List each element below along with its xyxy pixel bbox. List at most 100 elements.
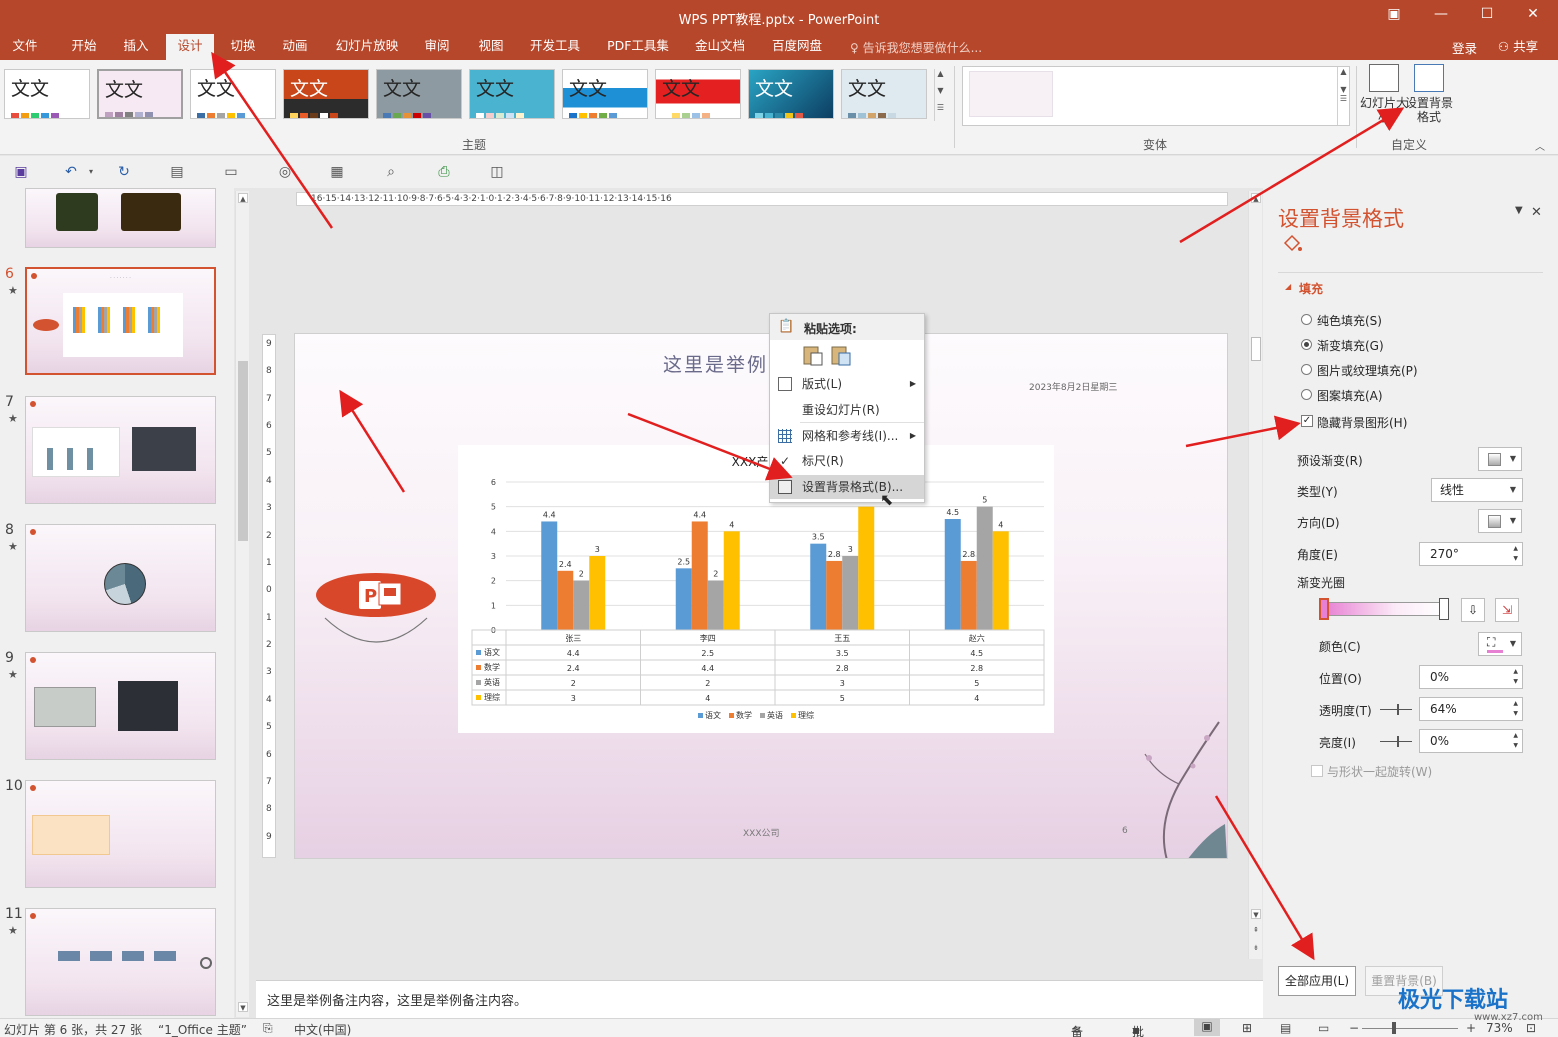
preset-gradient-dropdown[interactable]: ▼ bbox=[1478, 447, 1522, 471]
previous-slide-icon[interactable]: ⇞ bbox=[1251, 925, 1261, 935]
slide-thumbnail-5[interactable] bbox=[25, 188, 216, 248]
direction-dropdown[interactable]: ▼ bbox=[1478, 509, 1522, 533]
tab-review[interactable]: 审阅 bbox=[416, 34, 458, 60]
picture-fill-label[interactable]: 图片或纹理填充(P) bbox=[1317, 362, 1418, 379]
save-icon[interactable]: ▣ bbox=[12, 164, 30, 180]
picture-fill-radio[interactable] bbox=[1301, 364, 1312, 375]
presenter-icon[interactable]: ◎ bbox=[276, 164, 294, 180]
transparency-slider[interactable] bbox=[1380, 704, 1412, 715]
maximize-icon[interactable]: ☐ bbox=[1477, 6, 1497, 26]
solid-fill-radio[interactable] bbox=[1301, 314, 1312, 325]
fit-to-window-icon[interactable]: ⊡ bbox=[1526, 1021, 1536, 1035]
document-icon[interactable]: ◫ bbox=[488, 164, 506, 180]
slide-thumbnail-10[interactable] bbox=[25, 780, 216, 888]
tell-me-box[interactable]: ♀ 告诉我您想要做什么... bbox=[850, 39, 982, 56]
preview-icon[interactable]: ⌕ bbox=[382, 164, 400, 180]
scroll-down-icon[interactable]: ▼ bbox=[1251, 909, 1261, 919]
close-icon[interactable]: ✕ bbox=[1523, 6, 1543, 26]
theme-thumbnail-5[interactable]: 文文 bbox=[376, 69, 462, 119]
spin-up-icon[interactable]: ▲ bbox=[1513, 700, 1518, 708]
slide-title[interactable]: 这里是举例 bbox=[663, 350, 768, 377]
scrollbar-thumb[interactable] bbox=[238, 361, 248, 541]
tab-transitions[interactable]: 切换 bbox=[222, 34, 264, 60]
theme-thumbnail-1[interactable]: 文文 bbox=[4, 69, 90, 119]
slide-sorter-icon[interactable]: ⊞ bbox=[1242, 1021, 1252, 1035]
theme-thumbnail-8[interactable]: 文文 bbox=[655, 69, 741, 119]
slider-handle[interactable] bbox=[1397, 736, 1399, 747]
gradient-fill-label[interactable]: 渐变填充(G) bbox=[1317, 337, 1384, 354]
next-slide-icon[interactable]: ⇟ bbox=[1251, 943, 1261, 953]
layout-icon[interactable]: ▭ bbox=[222, 164, 240, 180]
remove-gradient-stop-icon[interactable]: ⇲ bbox=[1495, 598, 1519, 622]
slide-size-button[interactable]: 幻灯片大小 bbox=[1360, 64, 1408, 124]
zoom-slider-track[interactable] bbox=[1362, 1028, 1458, 1029]
theme-thumbnail-6[interactable]: 文文 bbox=[469, 69, 555, 119]
language-indicator[interactable]: 中文(中国) bbox=[294, 1021, 351, 1037]
transparency-spinner[interactable]: 64% ▲ ▼ bbox=[1419, 697, 1523, 721]
section-collapse-icon[interactable]: ◢ bbox=[1285, 282, 1291, 291]
spin-up-icon[interactable]: ▲ bbox=[1513, 732, 1518, 740]
brightness-slider[interactable] bbox=[1380, 736, 1412, 747]
gradient-stop-handle[interactable] bbox=[1319, 598, 1329, 620]
spin-up-icon[interactable]: ▲ bbox=[1513, 668, 1518, 676]
menu-item-layout[interactable]: 版式(L) ▶ bbox=[770, 372, 924, 396]
angle-spinner[interactable]: 270° ▲ ▼ bbox=[1419, 542, 1523, 566]
pane-close-icon[interactable]: ✕ bbox=[1531, 205, 1542, 220]
zoom-level[interactable]: 73% bbox=[1486, 1021, 1513, 1035]
spin-up-icon[interactable]: ▲ bbox=[1513, 545, 1518, 553]
theme-thumbnail-7[interactable]: 文文 bbox=[562, 69, 648, 119]
theme-thumbnail-10[interactable]: 文文 bbox=[841, 69, 927, 119]
scroll-down-icon[interactable]: ▼ bbox=[238, 1002, 248, 1012]
tab-kingsoft-docs[interactable]: 金山文档 bbox=[688, 34, 752, 60]
gradient-stop-handle[interactable] bbox=[1439, 598, 1449, 620]
format-background-button[interactable]: 设置背景格式 bbox=[1405, 64, 1453, 124]
slideshow-icon[interactable]: ▦ bbox=[328, 164, 346, 180]
slide-thumbnail-8[interactable] bbox=[25, 524, 216, 632]
new-slide-icon[interactable]: ▤ bbox=[168, 164, 186, 180]
position-spinner[interactable]: 0% ▲ ▼ bbox=[1419, 665, 1523, 689]
menu-item-reset-slide[interactable]: 重设幻灯片(R) bbox=[770, 398, 924, 422]
powerpoint-logo-shape[interactable]: P bbox=[315, 571, 437, 619]
paste-as-picture-icon[interactable] bbox=[830, 344, 852, 366]
theme-gallery-scroll[interactable]: ▲ ▼ ☰ bbox=[934, 69, 946, 121]
fill-bucket-icon[interactable] bbox=[1281, 234, 1303, 254]
theme-thumbnail-4[interactable]: 文文 bbox=[283, 69, 369, 119]
theme-thumbnail-2[interactable]: 文文 bbox=[97, 69, 183, 119]
gallery-more-icon[interactable]: ☰ bbox=[935, 103, 946, 120]
hide-background-graphics-label[interactable]: 隐藏背景图形(H) bbox=[1317, 414, 1407, 431]
tab-slideshow[interactable]: 幻灯片放映 bbox=[332, 34, 402, 60]
scroll-up-icon[interactable]: ▲ bbox=[238, 193, 248, 203]
slide-canvas[interactable]: 这里是举例 2023年8月2日星期三 P XXX产品 0 1 2 3 4 5 6 4.4 2.4… bbox=[294, 333, 1228, 859]
tab-developer[interactable]: 开发工具 bbox=[524, 34, 586, 60]
tab-home[interactable]: 开始 bbox=[62, 34, 106, 60]
add-gradient-stop-icon[interactable]: ⇩ bbox=[1461, 598, 1485, 622]
gallery-up-icon[interactable]: ▲ bbox=[935, 69, 946, 86]
zoom-slider-handle[interactable] bbox=[1392, 1022, 1396, 1034]
tab-animations[interactable]: 动画 bbox=[274, 34, 316, 60]
collapse-ribbon-icon[interactable]: ︿ bbox=[1535, 138, 1545, 153]
gradient-fill-radio[interactable] bbox=[1301, 339, 1312, 350]
brightness-spinner[interactable]: 0% ▲ ▼ bbox=[1419, 729, 1523, 753]
variant-thumbnail[interactable] bbox=[969, 71, 1053, 117]
menu-item-format-background[interactable]: 设置背景格式(B)... bbox=[770, 475, 924, 499]
theme-thumbnail-3[interactable]: 文文 bbox=[190, 69, 276, 119]
apply-to-all-button[interactable]: 全部应用(L) bbox=[1278, 966, 1356, 996]
pane-options-dropdown-icon[interactable]: ▼ bbox=[1515, 205, 1523, 216]
pattern-fill-label[interactable]: 图案填充(A) bbox=[1317, 387, 1383, 404]
slide-scrollbar[interactable]: ▲ ▼ ⇞ ⇟ bbox=[1248, 191, 1262, 959]
tab-pdf-tools[interactable]: PDF工具集 bbox=[602, 34, 674, 60]
variants-scroll[interactable]: ▲ ▼ ☰ bbox=[1337, 67, 1349, 125]
menu-item-grid-guides[interactable]: 网格和参考线(I)... ▶ bbox=[770, 424, 924, 448]
share-button[interactable]: ⚇ 共享 bbox=[1488, 34, 1548, 60]
slide-thumbnail-6[interactable]: · · · · · · · bbox=[25, 267, 216, 375]
notes-text[interactable]: 这里是举例备注内容，这里是举例备注内容。 bbox=[267, 990, 527, 1009]
login-link[interactable]: 登录 bbox=[1452, 38, 1477, 57]
pattern-fill-radio[interactable] bbox=[1301, 389, 1312, 400]
color-picker-button[interactable]: ⛶ ▼ bbox=[1478, 632, 1522, 656]
scrollbar-thumb[interactable] bbox=[1251, 337, 1261, 361]
paste-keep-formatting-icon[interactable] bbox=[802, 344, 824, 366]
reading-view-icon[interactable]: ▤ bbox=[1280, 1021, 1291, 1035]
menu-item-ruler[interactable]: ✓ 标尺(R) bbox=[770, 449, 924, 473]
tab-insert[interactable]: 插入 bbox=[114, 34, 158, 60]
slide-footer-company[interactable]: XXX公司 bbox=[743, 826, 780, 839]
